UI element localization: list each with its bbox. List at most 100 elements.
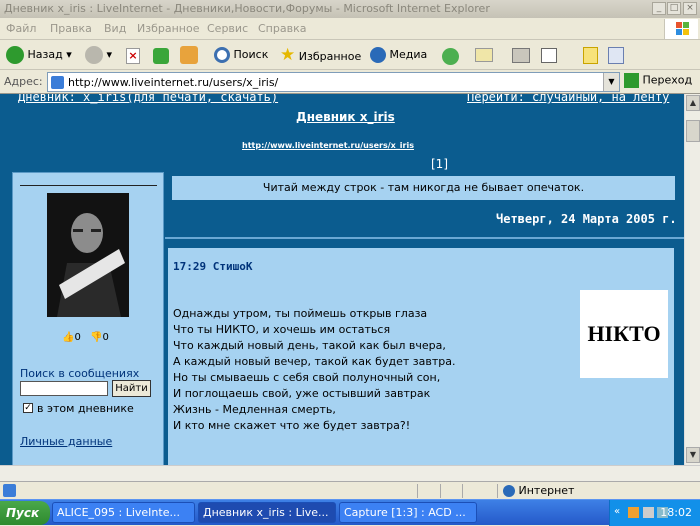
page-content: Дневник: x_iris(для печати, скачать) Пер… xyxy=(0,94,684,465)
quote-banner: Читай между строк - там никогда не бывае… xyxy=(172,176,675,200)
search-input[interactable] xyxy=(20,381,108,396)
post: 17:29 СтишоК Однажды утром, ты поймешь о… xyxy=(168,248,674,465)
content-divider xyxy=(165,237,684,239)
sidebar-divider xyxy=(20,185,157,186)
go-button[interactable]: Переход xyxy=(624,73,692,88)
media-button[interactable]: Медиа xyxy=(370,45,427,65)
minimize-button[interactable]: _ xyxy=(652,2,666,15)
poem-line: И кто мне скажет что же будет завтра?! xyxy=(173,419,411,432)
vertical-scrollbar[interactable]: ▲ ▼ xyxy=(684,94,700,465)
menu-tools[interactable]: Сервис xyxy=(207,22,248,35)
start-button[interactable]: Пуск xyxy=(0,501,50,525)
history-icon[interactable] xyxy=(442,48,459,65)
tray-app-icon[interactable] xyxy=(628,507,639,518)
home-icon[interactable] xyxy=(180,46,198,64)
search-button[interactable]: Поиск xyxy=(214,45,268,65)
avatar xyxy=(47,193,129,317)
address-url: http://www.liveinternet.ru/users/x_iris/ xyxy=(68,76,279,89)
menu-bar: Файл Правка Вид Избранное Сервис Справка xyxy=(0,18,700,40)
menu-view[interactable]: Вид xyxy=(104,22,126,35)
edit-icon[interactable] xyxy=(541,48,557,63)
back-label: Назад xyxy=(27,48,63,61)
poem-line: И поглощаешь свой, уже остывший завтрак xyxy=(173,387,431,400)
sidebar: 👍0 👎0 Поиск в сообщениях Найти ✓ в этом … xyxy=(12,172,164,465)
back-button[interactable]: Назад ▾ xyxy=(6,45,72,65)
refresh-icon[interactable] xyxy=(153,48,169,64)
window-title: Дневник x_iris : LiveInternet - Дневники… xyxy=(4,2,490,15)
nikto-image: НIКТО xyxy=(580,290,668,378)
scroll-down-icon[interactable]: ▼ xyxy=(686,447,700,463)
security-zone: Интернет xyxy=(503,484,574,497)
status-separator xyxy=(417,484,418,498)
address-label: Адрес: xyxy=(4,75,43,88)
status-separator xyxy=(462,484,463,498)
messenger-icon[interactable] xyxy=(608,47,624,64)
menu-file[interactable]: Файл xyxy=(6,22,36,35)
status-separator xyxy=(440,484,441,498)
poem-line: Что каждый новый день, такой как был вче… xyxy=(173,339,446,352)
menu-favorites[interactable]: Избранное xyxy=(137,22,199,35)
personal-data-link[interactable]: Личные данные xyxy=(20,435,112,448)
status-bar: Интернет xyxy=(0,481,700,499)
scroll-up-icon[interactable]: ▲ xyxy=(686,95,700,111)
address-bar: Адрес: http://www.liveinternet.ru/users/… xyxy=(0,70,700,94)
menu-help[interactable]: Справка xyxy=(258,22,306,35)
forward-button[interactable]: ▾ xyxy=(85,45,112,65)
back-arrow-icon xyxy=(6,46,24,64)
close-button[interactable]: × xyxy=(683,2,697,15)
diary-nav-link[interactable]: Дневник: x_iris(для печати, скачать) xyxy=(18,94,278,104)
stop-icon[interactable]: × xyxy=(126,48,140,64)
forward-arrow-icon xyxy=(85,46,103,64)
this-diary-label: в этом дневнике xyxy=(37,402,134,415)
favorites-label: Избранное xyxy=(298,50,362,63)
thumbs-down-icon[interactable]: 👎 xyxy=(90,332,102,343)
post-title[interactable]: 17:29 СтишоК xyxy=(173,260,252,273)
horizontal-scrollbar[interactable] xyxy=(0,465,700,481)
address-dropdown-icon[interactable]: ▼ xyxy=(603,73,619,91)
poem-line: Однажды утром, ты поймешь открыв глаза xyxy=(173,307,428,320)
mail-icon[interactable] xyxy=(475,48,493,62)
globe-icon xyxy=(503,485,515,497)
menu-edit[interactable]: Правка xyxy=(50,22,92,35)
windows-logo-icon xyxy=(664,19,698,39)
poem-line: Что ты НИКТО, и хочешь им остаться xyxy=(173,323,391,336)
rating: 👍0 👎0 xyxy=(62,332,109,343)
diary-url-link[interactable]: http://www.liveinternet.ru/users/x_iris xyxy=(242,141,414,150)
maximize-button[interactable]: □ xyxy=(667,2,681,15)
clock: 18:02 xyxy=(660,506,692,519)
poem-line: А каждый новый вечер, такой как будет за… xyxy=(173,355,456,368)
search-label: Поиск в сообщениях xyxy=(20,367,140,380)
go-label: Переход xyxy=(642,73,693,87)
page-number-link[interactable]: [1] xyxy=(431,157,448,171)
diary-title-link[interactable]: Дневник x_iris xyxy=(296,110,395,124)
favorites-button[interactable]: ★ Избранное xyxy=(280,45,361,65)
go-arrow-icon xyxy=(624,73,639,88)
task-alice[interactable]: ALICE_095 : LiveInte... xyxy=(52,502,195,523)
media-label: Медиа xyxy=(389,48,428,61)
task-capture[interactable]: Capture [1:3] : ACD ... xyxy=(339,502,477,523)
title-bar: Дневник x_iris : LiveInternet - Дневники… xyxy=(0,0,700,18)
search-icon xyxy=(214,47,230,63)
zone-label: Интернет xyxy=(518,484,575,497)
toolbar: Назад ▾ ▾ × Поиск ★ Избранное Медиа xyxy=(0,40,700,70)
address-input[interactable]: http://www.liveinternet.ru/users/x_iris/… xyxy=(47,72,620,92)
tray-expand-icon[interactable]: « xyxy=(614,506,620,517)
discuss-icon[interactable] xyxy=(583,47,598,64)
media-icon xyxy=(370,47,386,63)
thumbs-up-icon[interactable]: 👍 xyxy=(62,332,74,343)
find-button[interactable]: Найти xyxy=(112,380,151,397)
page-icon xyxy=(51,76,64,89)
system-tray: « 18:02 xyxy=(609,500,700,526)
this-diary-checkbox[interactable]: ✓ xyxy=(23,403,33,413)
rating-down-count: 0 xyxy=(102,332,109,343)
task-diary[interactable]: Дневник x_iris : Live... xyxy=(198,502,336,523)
star-icon: ★ xyxy=(280,45,296,65)
goto-nav-link[interactable]: Перейти: случайный, на ленту xyxy=(467,94,669,104)
print-icon[interactable] xyxy=(512,48,530,63)
volume-icon[interactable] xyxy=(643,507,654,518)
scroll-thumb[interactable] xyxy=(686,120,700,142)
post-body: Однажды утром, ты поймешь открыв глаза Ч… xyxy=(173,306,455,434)
rating-up-count: 0 xyxy=(74,332,81,343)
status-page-icon xyxy=(3,484,16,497)
search-label: Поиск xyxy=(233,48,269,61)
